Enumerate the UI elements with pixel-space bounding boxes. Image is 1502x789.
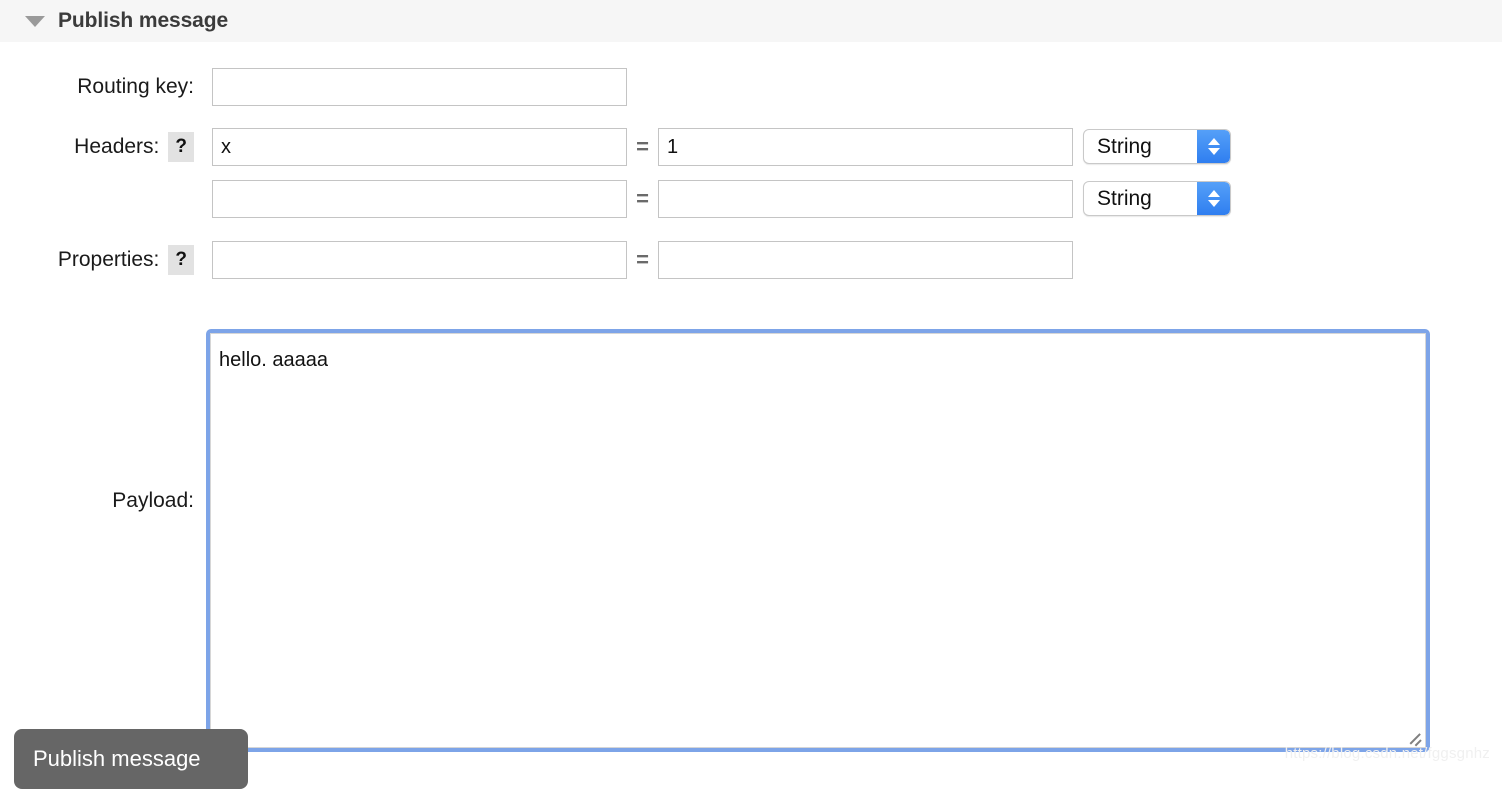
header-type-select-value-2: String (1097, 186, 1152, 210)
watermark: https://blog.csdn.net/fggsgnhz (1284, 745, 1490, 762)
routing-key-row: Routing key: (0, 68, 1502, 106)
page-title: Publish message (58, 9, 229, 32)
headers-row-1: Headers: ? = String (0, 128, 1502, 166)
header-key-input-1[interactable] (212, 128, 627, 166)
header-value-input-1[interactable] (658, 128, 1073, 166)
routing-key-input[interactable] (212, 68, 627, 106)
headers-row-2: = String (0, 180, 1502, 218)
properties-help-icon[interactable]: ? (168, 245, 194, 275)
properties-equals-1: = (636, 247, 649, 272)
chevron-updown-icon (1197, 130, 1230, 163)
headers-equals-1: = (636, 134, 649, 159)
chevron-updown-icon (1197, 182, 1230, 215)
properties-row: Properties: ? = (0, 241, 1502, 279)
triangle-down-icon[interactable] (25, 15, 45, 27)
publish-message-button[interactable]: Publish message (14, 729, 248, 789)
publish-message-section-header: Publish message (0, 0, 1502, 42)
header-type-select-1[interactable]: String (1083, 129, 1231, 164)
headers-equals-2: = (636, 186, 649, 211)
payload-label-box: Payload: (0, 468, 194, 534)
payload-text-value: hello. aaaaa (219, 349, 328, 371)
property-value-input-1[interactable] (658, 241, 1073, 279)
resize-handle-icon[interactable] (1406, 728, 1422, 746)
payload-row: Payload: hello. aaaaa (0, 288, 1502, 752)
header-key-input-2[interactable] (212, 180, 627, 218)
routing-key-label: Routing key: (77, 75, 194, 98)
payload-textarea-wrapper[interactable]: hello. aaaaa (206, 329, 1430, 752)
headers-help-icon[interactable]: ? (168, 132, 194, 162)
headers-label: Headers: (74, 135, 160, 158)
headers-label-box: Headers: ? (0, 128, 194, 166)
payload-textarea[interactable]: hello. aaaaa (210, 333, 1426, 748)
payload-label: Payload: (112, 489, 194, 512)
properties-label: Properties: (57, 248, 160, 271)
routing-key-label-box: Routing key: (0, 68, 194, 106)
header-value-input-2[interactable] (658, 180, 1073, 218)
property-key-input-1[interactable] (212, 241, 627, 279)
header-type-select-value-1: String (1097, 134, 1152, 158)
properties-label-box: Properties: ? (0, 241, 194, 279)
header-type-select-2[interactable]: String (1083, 181, 1231, 216)
